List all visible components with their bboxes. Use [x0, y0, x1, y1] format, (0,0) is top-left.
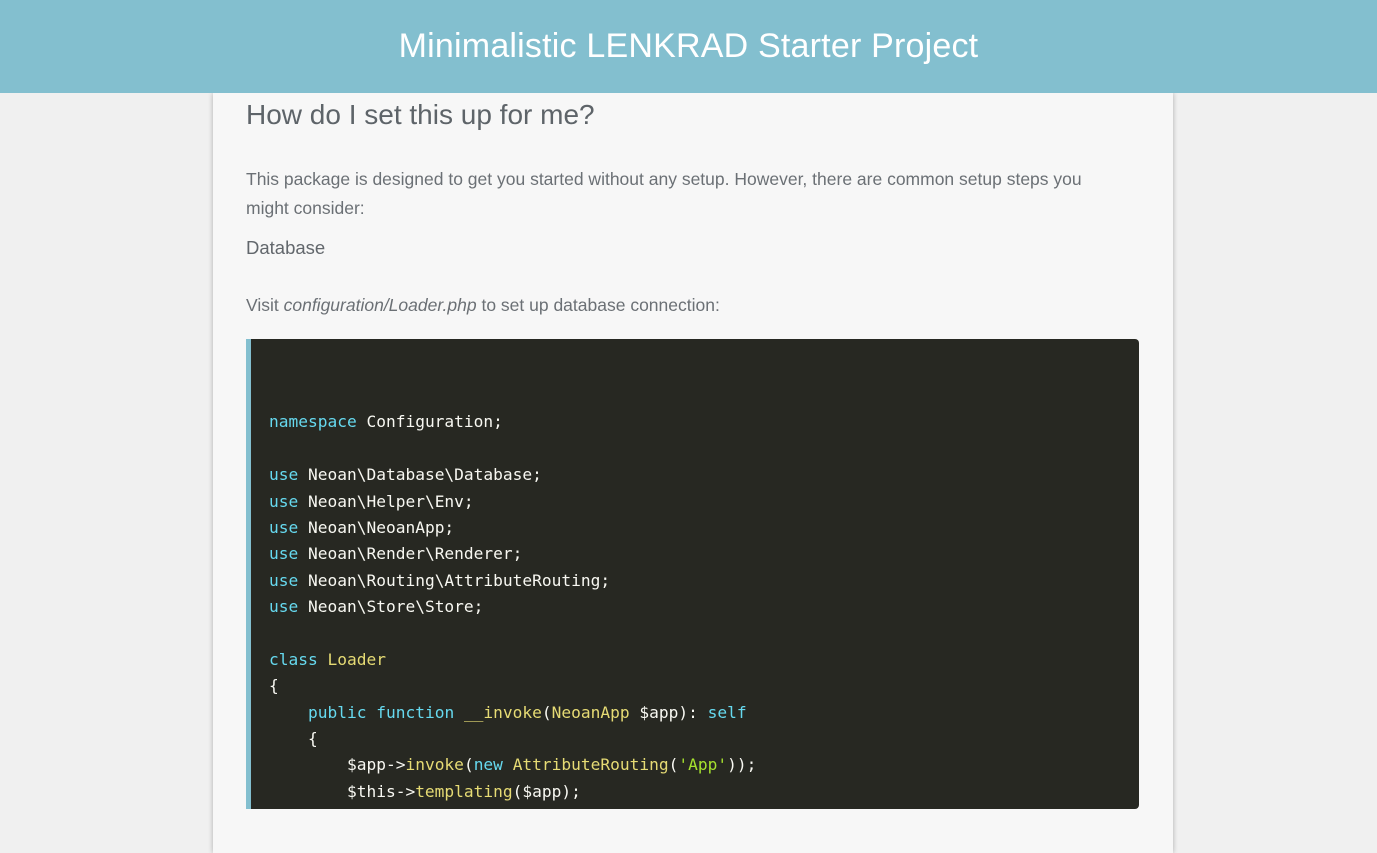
intro-paragraph: This package is designed to get you star…	[246, 169, 1082, 218]
code-keyword: new	[473, 755, 503, 775]
code-line: public function __invoke(NeoanApp $app):…	[269, 700, 1139, 726]
code-text: $this->	[269, 781, 416, 801]
code-keyword: function	[376, 702, 455, 722]
code-line: use Neoan\Helper\Env;	[269, 489, 1139, 515]
code-text: Neoan\Database\Database;	[298, 465, 542, 485]
code-line: $this->templating($app);	[269, 779, 1139, 805]
code-keyword: use	[269, 544, 299, 564]
code-line: namespace Configuration;	[269, 409, 1139, 435]
code-string: 'App'	[678, 755, 728, 775]
content-card: How do I set this up for me? This packag…	[213, 93, 1173, 853]
code-line: use Neoan\NeoanApp;	[269, 515, 1139, 541]
code-block: namespace Configuration; use Neoan\Datab…	[246, 339, 1139, 809]
code-keyword: class	[269, 649, 318, 669]
code-text: {	[269, 729, 318, 749]
visit-suffix: to set up database connection:	[476, 295, 720, 315]
loader-file-path: configuration/Loader.php	[283, 295, 477, 315]
visit-prefix: Visit	[246, 295, 284, 315]
code-text: Neoan\Helper\Env;	[298, 491, 474, 511]
code-identifier: NeoanApp	[551, 702, 630, 722]
page-title: Minimalistic LENKRAD Starter Project	[398, 27, 979, 65]
code-identifier: invoke	[405, 755, 464, 775]
code-text: (	[541, 702, 552, 722]
code-keyword: use	[269, 465, 299, 485]
code-line: use Neoan\Store\Store;	[269, 594, 1139, 620]
code-text: $app->	[269, 755, 406, 775]
code-line: $app->invoke(new AttributeRouting('App')…	[269, 752, 1139, 778]
code-identifier: templating	[415, 781, 513, 801]
section-title: How do I set this up for me?	[246, 99, 595, 130]
code-line: {	[269, 726, 1139, 752]
code-line: {	[269, 673, 1139, 699]
code-identifier: __invoke	[463, 702, 542, 722]
page-header: Minimalistic LENKRAD Starter Project	[0, 0, 1377, 93]
code-text: ));	[727, 755, 757, 775]
code-keyword: use	[269, 517, 299, 537]
code-keyword: public	[307, 702, 367, 722]
database-subheading: Database	[246, 237, 326, 258]
code-keyword: use	[269, 597, 299, 617]
code-text: Neoan\Store\Store;	[298, 597, 484, 617]
code-text: {	[269, 676, 279, 696]
code-text: $app):	[629, 702, 708, 722]
code-keyword: use	[269, 491, 299, 511]
code-text: Neoan\NeoanApp;	[298, 517, 455, 537]
code-identifier: Loader	[327, 649, 386, 669]
code-text: Neoan\Render\Renderer;	[298, 544, 523, 564]
code-keyword: use	[269, 570, 299, 590]
code-text: Neoan\Routing\AttributeRouting;	[298, 570, 611, 590]
code-line: use Neoan\Routing\AttributeRouting;	[269, 568, 1139, 594]
code-text: ($app);	[512, 781, 581, 801]
visit-instruction: Visit configuration/Loader.php to set up…	[246, 295, 720, 316]
code-line: class Loader	[269, 647, 1139, 673]
code-line: use Neoan\Render\Renderer;	[269, 541, 1139, 567]
code-keyword: self	[707, 702, 747, 722]
code-text: Configuration;	[356, 412, 503, 432]
code-identifier: AttributeRouting	[512, 755, 669, 775]
code-line: use Neoan\Database\Database;	[269, 462, 1139, 488]
code-text: (	[463, 755, 474, 775]
code-text: (	[668, 755, 679, 775]
code-keyword: namespace	[269, 412, 357, 432]
